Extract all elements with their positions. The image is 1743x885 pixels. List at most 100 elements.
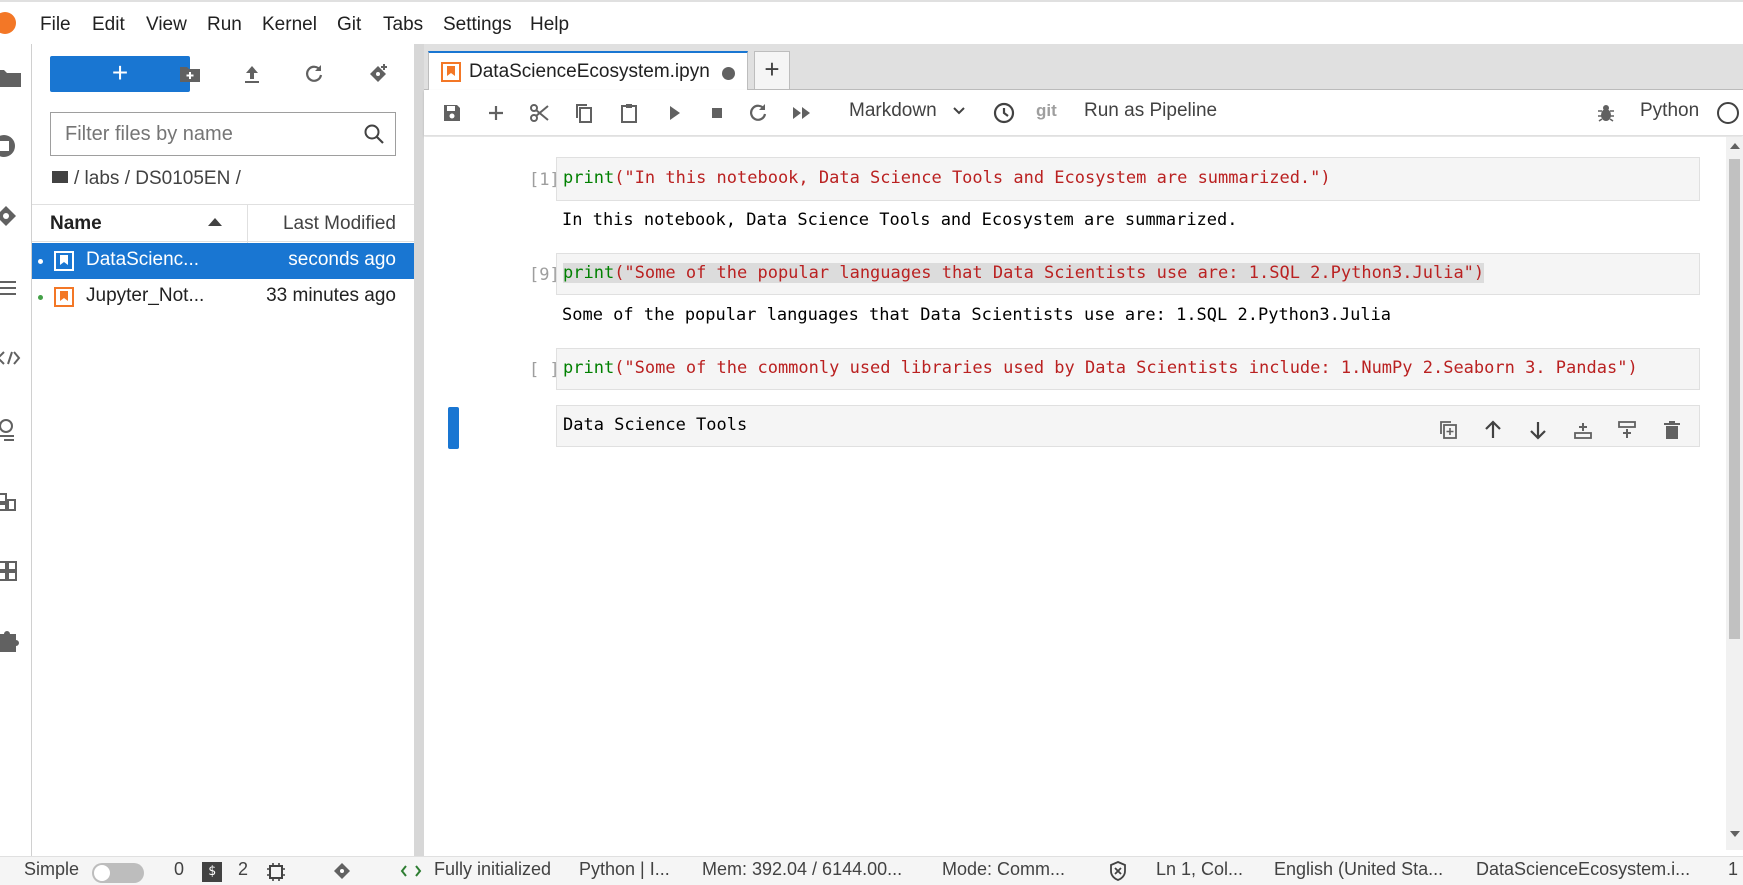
document-tab-bar: DataScienceEcosystem.ipyn +	[424, 44, 1743, 91]
code-cell-input[interactable]: print("Some of the commonly used librari…	[556, 348, 1700, 390]
file-browser: + / labs / DS0105EN / Name Last Modified…	[32, 44, 414, 856]
cursor-position[interactable]: Ln 1, Col...	[1156, 859, 1243, 880]
paste-icon[interactable]	[617, 101, 641, 125]
cell-output: Some of the popular languages that Data …	[562, 305, 1392, 325]
run-as-pipeline-button[interactable]: Run as Pipeline	[1084, 100, 1217, 122]
code-cell-input[interactable]: print("Some of the popular languages tha…	[556, 253, 1700, 295]
git-icon[interactable]	[0, 202, 28, 230]
lsp-init-status[interactable]: Fully initialized	[434, 859, 551, 880]
file-name: Jupyter_Not...	[86, 285, 205, 306]
upload-icon[interactable]	[240, 62, 264, 86]
kernel-name[interactable]: Python	[1640, 100, 1699, 122]
menu-git[interactable]: Git	[337, 14, 361, 36]
scroll-up-arrow-icon[interactable]	[1730, 143, 1740, 149]
run-icon[interactable]	[662, 101, 686, 125]
menu-help[interactable]: Help	[530, 14, 569, 36]
notebook-toolbar: Markdown git Run as Pipeline Python	[424, 90, 1743, 136]
running-indicator-icon	[38, 295, 43, 300]
trust-shield-icon[interactable]	[1108, 861, 1128, 881]
save-icon[interactable]	[440, 101, 464, 125]
kernel-count[interactable]: 2	[238, 859, 248, 880]
insert-above-icon[interactable]	[1572, 419, 1594, 441]
terminal-count[interactable]: 0	[174, 859, 184, 880]
new-folder-icon[interactable]	[178, 62, 202, 86]
refresh-icon[interactable]	[302, 62, 326, 86]
tab-title: DataScienceEcosystem.ipyn	[469, 61, 710, 82]
scrollbar-thumb[interactable]	[1729, 159, 1740, 639]
menu-file[interactable]: File	[40, 14, 71, 36]
menu-settings[interactable]: Settings	[443, 14, 512, 36]
chevron-down-icon[interactable]	[952, 104, 966, 118]
menu-edit[interactable]: Edit	[92, 14, 125, 36]
sort-ascending-icon[interactable]	[208, 218, 222, 226]
git-diff-button[interactable]: git	[1036, 101, 1057, 121]
unsaved-indicator-icon[interactable]	[722, 67, 735, 80]
menu-run[interactable]: Run	[207, 14, 242, 36]
notebook-icon	[54, 287, 74, 307]
menu-view[interactable]: View	[146, 14, 187, 36]
insert-below-icon[interactable]	[1616, 419, 1638, 441]
jupyter-logo-icon	[0, 12, 16, 34]
stop-icon[interactable]	[705, 101, 729, 125]
file-row[interactable]: Jupyter_Not... 33 minutes ago	[32, 279, 414, 315]
kernel-status-text[interactable]: Python | I...	[579, 859, 670, 880]
breadcrumb[interactable]: / labs / DS0105EN /	[52, 168, 241, 190]
copy-icon[interactable]	[572, 101, 596, 125]
terminal-icon[interactable]: $	[202, 862, 222, 882]
notebook-icon	[441, 62, 461, 82]
code-keyword: print	[563, 263, 615, 283]
code-string: ("Some of the commonly used libraries us…	[614, 358, 1638, 378]
spellcheck-language[interactable]: English (United Sta...	[1274, 859, 1443, 880]
running-icon[interactable]	[0, 132, 28, 160]
tab-notebook[interactable]: DataScienceEcosystem.ipyn	[428, 51, 748, 91]
panel-splitter[interactable]	[414, 44, 424, 856]
fast-forward-icon[interactable]	[790, 101, 814, 125]
simple-mode-toggle[interactable]	[92, 863, 144, 883]
file-row[interactable]: DataScienc... seconds ago	[32, 243, 414, 279]
move-down-icon[interactable]	[1527, 419, 1549, 441]
toggle-knob	[94, 865, 110, 881]
kernel-status-icon	[1717, 102, 1739, 124]
debugger-bug-icon[interactable]	[1594, 101, 1618, 125]
simple-mode-label: Simple	[24, 859, 80, 879]
elyra-icon[interactable]	[0, 556, 28, 584]
lsp-status-icon[interactable]	[400, 861, 422, 881]
column-modified-header[interactable]: Last Modified	[283, 213, 396, 235]
menu-tabs[interactable]: Tabs	[383, 14, 423, 36]
table-of-contents-icon[interactable]	[0, 274, 28, 302]
move-up-icon[interactable]	[1482, 419, 1504, 441]
puzzle-extension-icon[interactable]	[0, 626, 28, 654]
column-name-header[interactable]: Name	[50, 213, 102, 235]
column-divider[interactable]	[247, 205, 248, 243]
duplicate-cell-icon[interactable]	[1438, 419, 1460, 441]
clock-icon[interactable]	[992, 101, 1016, 125]
notebook-scrollbar[interactable]	[1726, 137, 1743, 850]
scroll-down-arrow-icon[interactable]	[1730, 831, 1740, 837]
property-inspector-icon[interactable]	[0, 416, 28, 444]
cut-icon[interactable]	[528, 101, 552, 125]
folder-home-icon[interactable]	[52, 171, 68, 183]
cell-type-dropdown[interactable]: Markdown	[849, 100, 937, 122]
code-snippets-icon[interactable]	[0, 344, 28, 372]
filter-files-input[interactable]	[51, 113, 351, 155]
new-launcher-button[interactable]: +	[50, 56, 190, 92]
restart-icon[interactable]	[746, 101, 770, 125]
add-tab-button[interactable]: +	[754, 51, 790, 89]
delete-cell-icon[interactable]	[1661, 419, 1683, 441]
file-list-header: Name Last Modified	[32, 204, 414, 243]
insert-cell-icon[interactable]	[484, 101, 508, 125]
menu-kernel[interactable]: Kernel	[262, 14, 317, 36]
git-status-icon[interactable]	[332, 861, 352, 881]
file-modified: 33 minutes ago	[266, 285, 396, 306]
breadcrumb-path[interactable]: / labs / DS0105EN /	[74, 168, 241, 189]
active-cell-marker[interactable]	[448, 407, 459, 449]
code-string: ("Some of the popular languages that Dat…	[614, 263, 1485, 283]
folder-icon[interactable]	[0, 64, 28, 92]
notebook-panel: [1]: print("In this notebook, Data Scien…	[424, 137, 1726, 850]
filter-files-field[interactable]	[50, 112, 396, 156]
notification-count[interactable]: 1	[1728, 859, 1738, 880]
code-cell-input[interactable]: print("In this notebook, Data Science To…	[556, 157, 1700, 201]
git-clone-icon[interactable]	[366, 62, 390, 86]
extensions-grid-icon[interactable]	[0, 486, 28, 514]
kernel-chip-icon[interactable]	[266, 862, 286, 882]
